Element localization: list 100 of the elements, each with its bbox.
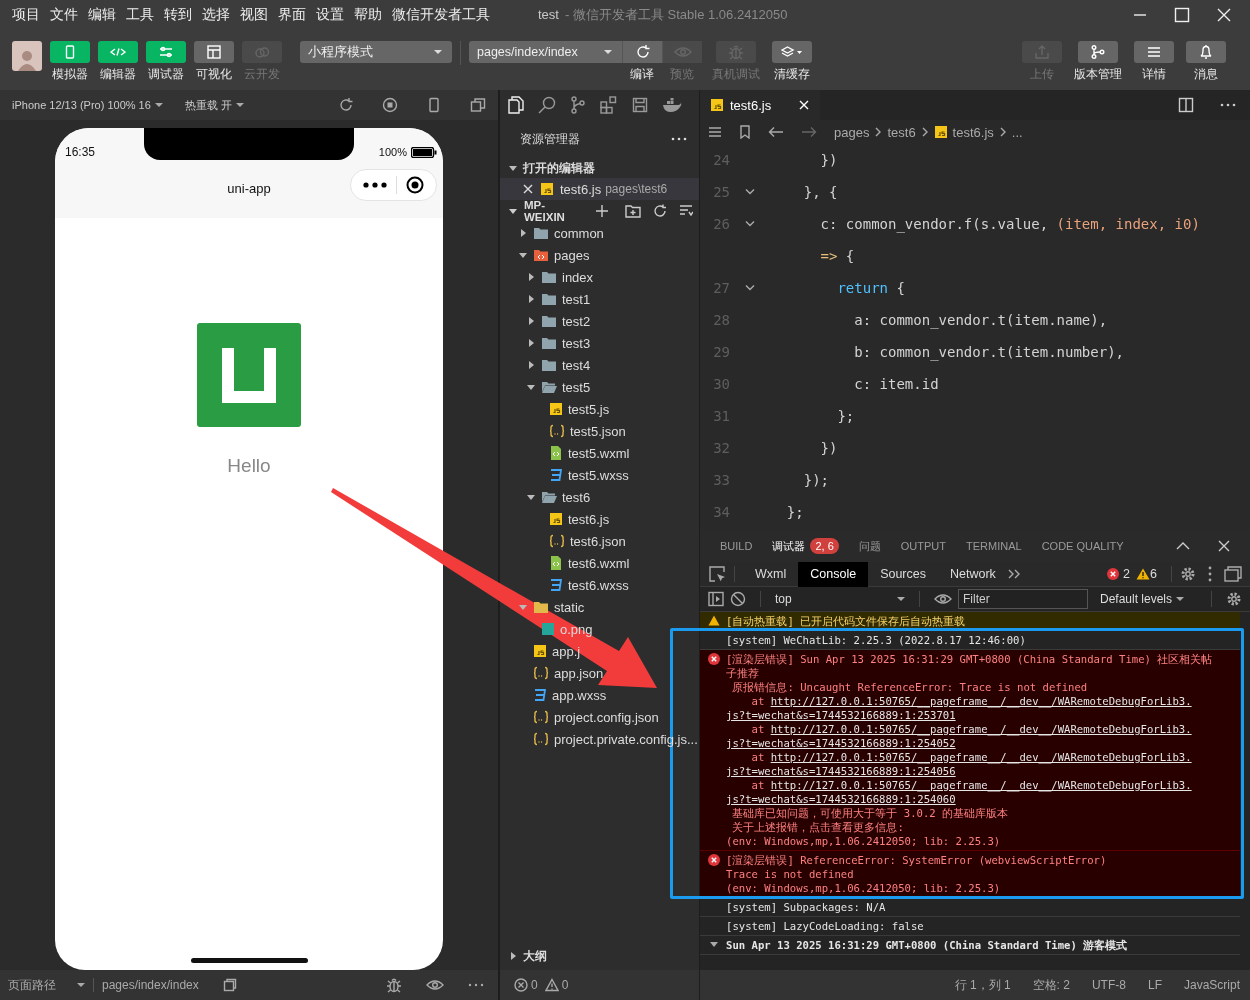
status-item[interactable]: UTF-8 — [1091, 978, 1126, 992]
settings-icon[interactable] — [1226, 591, 1242, 607]
chevron-icon[interactable] — [526, 360, 536, 370]
stack-link[interactable]: http://127.0.0.1:50765/__pageframe__/__dev__/WARemoteDebugForLib3. — [770, 695, 1192, 707]
section-header[interactable]: MP-WEIXIN — [500, 200, 699, 222]
more-icon[interactable] — [1208, 566, 1212, 582]
breadcrumb-item[interactable]: ... — [1011, 124, 1023, 140]
chevron-icon[interactable] — [526, 492, 536, 502]
split-icon[interactable] — [1178, 97, 1194, 113]
menu-item[interactable]: 工具 — [126, 6, 154, 24]
search-icon[interactable] — [538, 96, 556, 114]
panel-tab[interactable]: TERMINAL — [966, 540, 1022, 552]
chevron-icon[interactable] — [526, 338, 536, 348]
tree-item[interactable]: test2 — [500, 310, 591, 332]
menu-item[interactable]: 帮助 — [354, 6, 382, 24]
tree-item[interactable]: test1 — [500, 288, 591, 310]
sidebar-icon[interactable] — [708, 591, 724, 607]
menu-item[interactable]: 界面 — [278, 6, 306, 24]
stack-link[interactable]: http://127.0.0.1:50765/__pageframe__/__dev__/WARemoteDebugForLib3. — [770, 751, 1192, 763]
status-item[interactable]: JavaScript — [1183, 978, 1240, 992]
page-path-dropdown[interactable]: 页面路径 — [8, 976, 85, 994]
tree-item[interactable]: index — [500, 266, 594, 288]
tree-item[interactable]: static — [500, 596, 585, 618]
toolbar-button[interactable]: 版本管理 — [1074, 41, 1122, 83]
chevron-icon[interactable] — [526, 316, 536, 326]
menu-item[interactable]: 微信开发者工具 — [392, 6, 490, 24]
status-item[interactable]: 空格: 2 — [1032, 976, 1070, 994]
tree-item[interactable]: app.wxss — [500, 684, 607, 706]
breadcrumb-item[interactable]: test6.js — [952, 124, 994, 140]
chevron-icon[interactable] — [526, 294, 536, 304]
tree-item[interactable]: test4 — [500, 354, 591, 376]
tree-item[interactable]: test5.js — [500, 398, 610, 420]
list-icon[interactable] — [708, 126, 722, 138]
tree-item[interactable]: test5.wxml — [500, 442, 630, 464]
stack-link[interactable]: http://127.0.0.1:50765/__pageframe__/__dev__/WARemoteDebugForLib3. — [770, 779, 1192, 791]
clear-icon[interactable] — [730, 591, 746, 607]
menu-item[interactable]: 项目 — [12, 6, 40, 24]
panel-tab[interactable]: 问题 — [858, 538, 881, 554]
more-icon[interactable] — [671, 137, 687, 141]
fold-chevron-icon[interactable] — [745, 188, 755, 196]
tree-item[interactable]: common — [500, 222, 604, 244]
settings-icon[interactable] — [1180, 566, 1196, 582]
branch-icon[interactable] — [570, 96, 586, 114]
panel-tab[interactable]: BUILD — [720, 540, 753, 552]
tree-item[interactable]: app.j — [500, 640, 581, 662]
menu-item[interactable]: 设置 — [316, 6, 344, 24]
tree-item[interactable]: test5 — [500, 376, 591, 398]
section-header[interactable]: 打开的编辑器 — [500, 158, 699, 178]
save-icon[interactable] — [632, 97, 648, 113]
breadcrumb-item[interactable]: pages — [834, 124, 870, 140]
whale-icon[interactable] — [662, 98, 682, 112]
bookmark-icon[interactable] — [739, 125, 751, 139]
record-icon[interactable] — [382, 97, 398, 113]
blocks-icon[interactable] — [600, 96, 618, 114]
chevron-icon[interactable] — [508, 951, 518, 961]
inspect-icon[interactable] — [708, 565, 726, 583]
fold-chevron-icon[interactable] — [745, 284, 755, 292]
chevron-icon[interactable] — [526, 382, 536, 392]
tree-item[interactable]: test5.json — [500, 420, 626, 442]
page-dropdown[interactable]: pages/index/index — [469, 41, 622, 63]
mode-dropdown[interactable]: 小程序模式 — [300, 41, 452, 63]
chevron-icon[interactable] — [708, 939, 720, 949]
new-file-icon[interactable] — [595, 204, 609, 218]
tree-item[interactable]: test6.json — [500, 530, 626, 552]
close-icon[interactable] — [522, 183, 534, 195]
tree-item[interactable]: test3 — [500, 332, 591, 354]
chevron-icon[interactable] — [518, 228, 528, 238]
context-dropdown[interactable]: top — [775, 592, 905, 606]
chevron-icon[interactable] — [518, 250, 528, 260]
chevron-icon[interactable] — [526, 272, 536, 282]
breadcrumb-item[interactable]: test6 — [887, 124, 916, 140]
back-arrow-icon[interactable] — [768, 126, 784, 138]
menu-item[interactable]: 文件 — [50, 6, 78, 24]
devtools-tab[interactable]: Wxml — [743, 561, 799, 587]
chevron-icon[interactable] — [508, 163, 518, 173]
tree-item[interactable]: project.config.json — [500, 706, 659, 728]
fold-chevron-icon[interactable] — [745, 220, 755, 228]
files-icon[interactable] — [508, 96, 524, 114]
stack-link[interactable]: http://127.0.0.1:50765/__pageframe__/__dev__/WARemoteDebugForLib3. — [770, 723, 1192, 735]
open-editor-item[interactable]: test6.js pages\test6 — [500, 178, 699, 200]
windows-icon[interactable] — [470, 97, 486, 113]
stack-link[interactable]: js?t=wechat&s=1744532166889:1:254060 — [726, 793, 956, 805]
stack-link[interactable]: js?t=wechat&s=1744532166889:1:254052 — [726, 737, 956, 749]
tree-item[interactable]: app.json — [500, 662, 604, 684]
menu-item[interactable]: 视图 — [240, 6, 268, 24]
status-item[interactable]: 行 1，列 1 — [954, 976, 1011, 994]
device-dropdown[interactable]: iPhone 12/13 (Pro) 100% 16 — [12, 99, 163, 111]
tree-item[interactable]: test6 — [500, 486, 591, 508]
panel-tab[interactable]: OUTPUT — [900, 540, 946, 552]
chevron-icon[interactable] — [508, 206, 518, 216]
phone-icon[interactable] — [426, 97, 442, 113]
menu-item[interactable]: 选择 — [202, 6, 230, 24]
more-icon[interactable] — [468, 983, 484, 987]
stack-link[interactable]: js?t=wechat&s=1744532166889:1:253701 — [726, 709, 956, 721]
stack-link[interactable]: js?t=wechat&s=1744532166889:1:254056 — [726, 765, 956, 777]
panel-tab[interactable]: 调试器 — [772, 538, 806, 554]
dock-icon[interactable] — [1224, 566, 1242, 582]
refresh-icon[interactable] — [653, 204, 667, 218]
close-icon[interactable] — [1218, 540, 1230, 552]
hot-reload-dropdown[interactable]: 热重载 开 — [184, 97, 244, 113]
